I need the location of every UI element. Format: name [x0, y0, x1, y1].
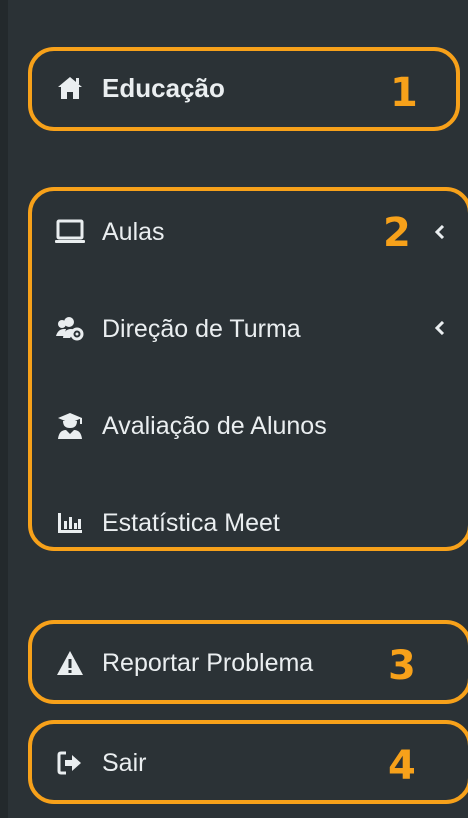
sign-out-link[interactable]: Sair: [54, 747, 146, 779]
brand-label: Educação: [102, 72, 225, 103]
callout-number-1: 1: [390, 70, 418, 116]
menu-item-direcao-de-turma[interactable]: Direção de Turma: [54, 313, 301, 345]
user-graduate-icon: [54, 410, 86, 442]
callout-number-3: 3: [388, 643, 416, 689]
menu-item-avaliacao-de-alunos[interactable]: Avaliação de Alunos: [54, 410, 327, 442]
menu-item-label: Estatística Meet: [102, 508, 280, 537]
home-icon: [54, 72, 86, 104]
laptop-icon: [54, 216, 86, 248]
callout-number-4: 4: [388, 743, 416, 789]
report-problem-link[interactable]: Reportar Problema: [54, 647, 313, 679]
warning-icon: [54, 647, 86, 679]
menu-item-label: Direção de Turma: [102, 314, 301, 343]
sign-out-icon: [54, 747, 86, 779]
menu-item-estatistica-meet[interactable]: Estatística Meet: [54, 507, 280, 539]
action-label: Reportar Problema: [102, 648, 314, 677]
chevron-left-icon[interactable]: [430, 318, 450, 338]
menu-item-label: Avaliação de Alunos: [102, 411, 327, 440]
action-label: Sair: [102, 748, 147, 777]
menu-item-aulas[interactable]: Aulas: [54, 216, 165, 248]
callout-number-2: 2: [383, 210, 411, 256]
menu-item-label: Aulas: [102, 217, 165, 246]
brand-link[interactable]: Educação: [54, 72, 225, 104]
sidebar: Educação 1 Aulas 2 Direção de Turma Aval…: [0, 0, 468, 818]
chart-bar-icon: [54, 507, 86, 539]
chevron-left-icon[interactable]: [430, 222, 450, 242]
users-cog-icon: [54, 313, 86, 345]
